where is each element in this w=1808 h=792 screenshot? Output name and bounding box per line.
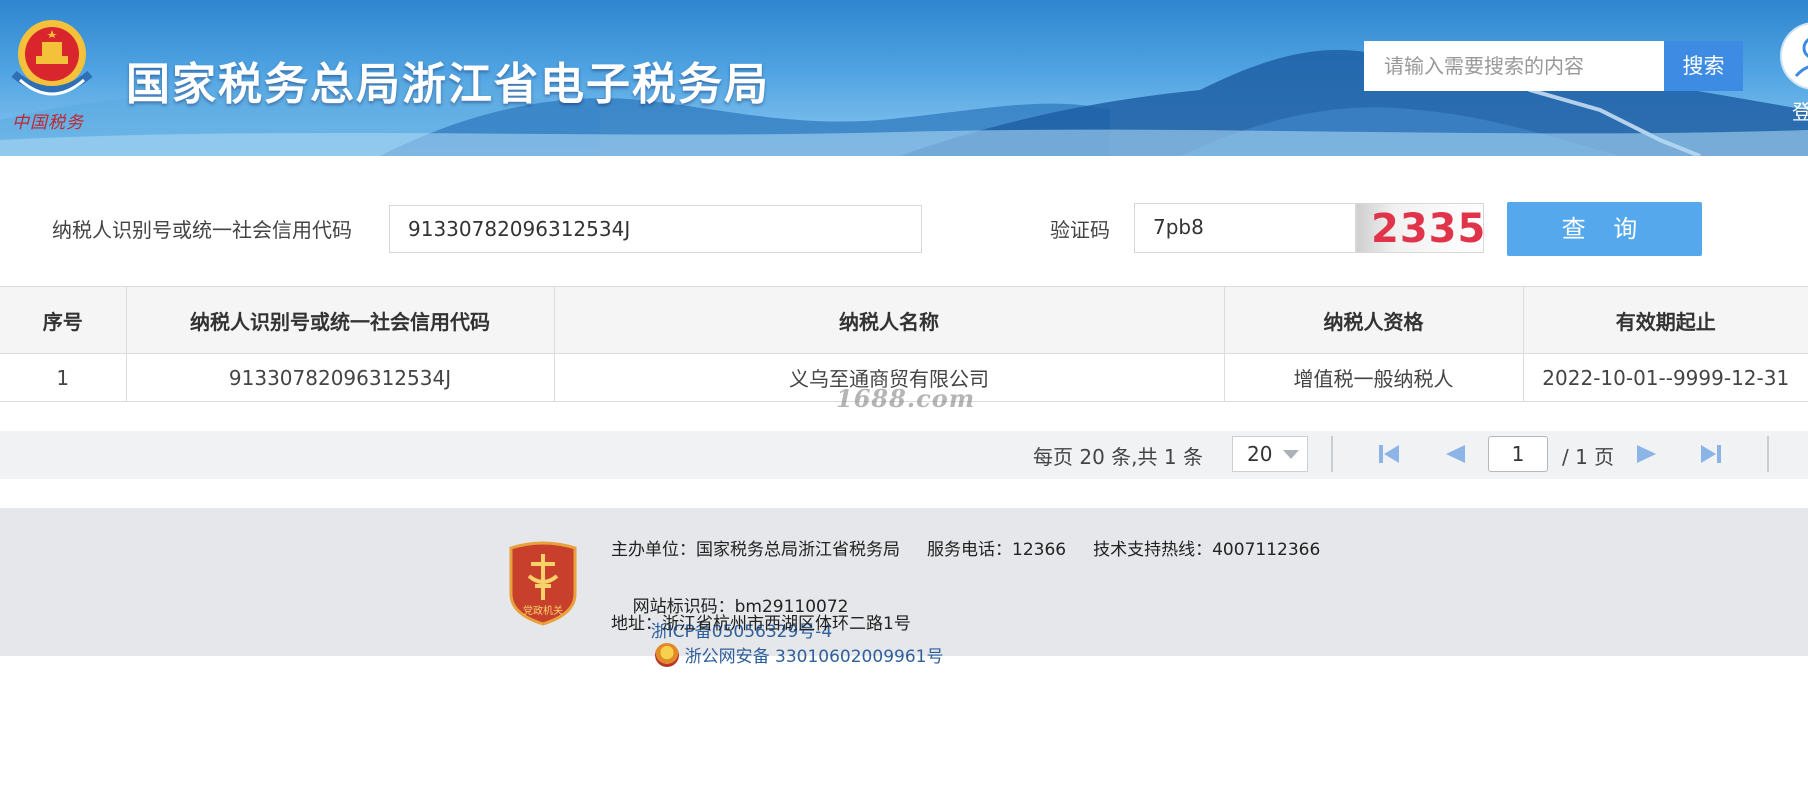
search-input[interactable]: 请输入需要搜索的内容 <box>1364 41 1664 91</box>
footer-sponsor-line: 主办单位：国家税务总局浙江省税务局 服务电话：12366 技术支持热线：4007… <box>611 540 1321 560</box>
page-info: 每页 20 条,共 1 条 <box>1033 445 1203 469</box>
search-button[interactable]: 搜索 <box>1664 41 1743 91</box>
pager-divider <box>1767 436 1769 472</box>
site-header: 中国税务 国家税务总局浙江省电子税务局 请输入需要搜索的内容 搜索 登 <box>0 0 1808 156</box>
cell-qualification: 增值税一般纳税人 <box>1223 353 1524 402</box>
captcha-label: 验证码 <box>1050 218 1110 242</box>
page-size-select[interactable]: 20 <box>1232 436 1308 472</box>
table-header-row: 序号 纳税人识别号或统一社会信用代码 纳税人名称 纳税人资格 有效期起止 <box>0 286 1808 354</box>
last-page-icon[interactable] <box>1700 443 1722 465</box>
site-title: 国家税务总局浙江省电子税务局 <box>126 59 770 110</box>
cell-taxpayer-id: 91330782096312534J <box>125 353 555 402</box>
cell-index: 1 <box>0 353 127 402</box>
login-label[interactable]: 登 <box>1792 96 1808 125</box>
col-header-taxpayer-name: 纳税人名称 <box>553 286 1225 354</box>
captcha-image[interactable]: 2335 <box>1356 203 1484 253</box>
pagination-bar: 每页 20 条,共 1 条 20 1 / 1 页 <box>0 431 1808 479</box>
col-header-validity: 有效期起止 <box>1522 286 1808 354</box>
footer-address: 地址：浙江省杭州市西湖区体环二路1号 <box>611 614 911 634</box>
first-page-icon[interactable] <box>1378 443 1400 465</box>
police-record-link[interactable]: 浙公网安备 33010602009961号 <box>685 647 944 667</box>
watermark: 1688.com <box>836 384 976 413</box>
badge-text: 党政机关 <box>523 604 563 617</box>
col-header-qualification: 纳税人资格 <box>1223 286 1524 354</box>
police-badge-icon <box>654 643 679 667</box>
col-header-taxpayer-id: 纳税人识别号或统一社会信用代码 <box>125 286 555 354</box>
taxpayer-id-label: 纳税人识别号或统一社会信用代码 <box>52 218 352 242</box>
emblem-caption: 中国税务 <box>12 113 84 133</box>
site-footer: 党政机关 主办单位：国家税务总局浙江省税务局 服务电话：12366 技术支持热线… <box>0 508 1808 667</box>
captcha-input[interactable]: 7pb8 <box>1134 203 1356 253</box>
page-size-value: 20 <box>1247 442 1273 466</box>
next-page-icon[interactable] <box>1636 443 1658 465</box>
party-gov-badge-icon[interactable]: 党政机关 <box>507 540 579 626</box>
taxpayer-id-input[interactable]: 91330782096312534J <box>389 205 922 253</box>
chevron-down-icon <box>1283 450 1299 459</box>
total-pages: / 1 页 <box>1562 445 1615 469</box>
tax-emblem-icon <box>11 20 93 96</box>
page-number-input[interactable]: 1 <box>1488 436 1548 472</box>
pager-divider <box>1331 436 1333 472</box>
captcha-image-text: 2335 <box>1371 206 1484 252</box>
cell-validity: 2022-10-01--9999-12-31 <box>1522 353 1808 402</box>
prev-page-icon[interactable] <box>1444 443 1466 465</box>
query-button[interactable]: 查 询 <box>1507 202 1702 256</box>
col-header-index: 序号 <box>0 286 127 354</box>
